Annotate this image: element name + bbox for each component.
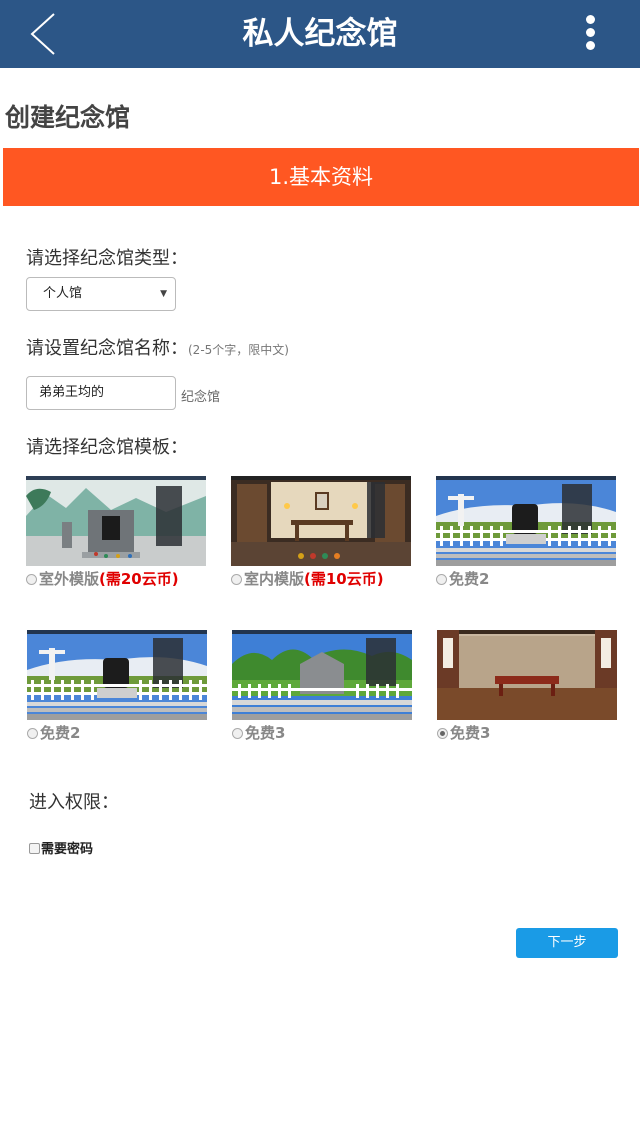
back-button[interactable] <box>24 10 68 58</box>
type-select-value: 个人馆 <box>43 286 83 301</box>
type-label: 请选择纪念馆类型： <box>26 248 188 269</box>
template-radio[interactable] <box>232 728 243 739</box>
template-caption: 室外模版(需20云币) <box>26 568 210 590</box>
template-radio[interactable] <box>26 574 37 585</box>
step-banner: 1.基本资料 <box>3 148 639 206</box>
template-name: 免费2 <box>449 570 490 588</box>
chevron-down-icon: ▼ <box>160 289 167 299</box>
template-caption: 免费2 <box>436 568 620 590</box>
name-suffix: 纪念馆 <box>181 390 221 405</box>
template-name: 免费2 <box>40 724 81 742</box>
template-option[interactable]: 免费2 <box>436 476 620 590</box>
template-thumbnail[interactable] <box>231 476 411 566</box>
app-title: 私人纪念馆 <box>242 16 398 52</box>
template-option[interactable]: 免费3 <box>232 630 416 744</box>
template-radio[interactable] <box>27 728 38 739</box>
template-option[interactable]: 免费2 <box>27 630 211 744</box>
template-radio[interactable] <box>436 574 447 585</box>
type-select[interactable]: 个人馆 ▼ <box>26 277 176 311</box>
template-name: 室外模版 <box>39 570 100 588</box>
template-price: (需20云币) <box>99 570 179 588</box>
name-hint: (2-5个字，限中文) <box>188 343 289 357</box>
template-name: 免费3 <box>450 724 491 742</box>
template-option[interactable]: 室内模版(需10云币) <box>231 476 415 590</box>
template-thumbnail[interactable] <box>27 630 207 720</box>
more-vertical-icon <box>576 15 604 50</box>
memorial-name-input[interactable]: 弟弟王均的 <box>26 376 176 410</box>
template-option[interactable]: 免费3 <box>437 630 621 744</box>
password-option[interactable]: 需要密码 <box>29 838 93 857</box>
access-label: 进入权限： <box>29 792 119 813</box>
password-checkbox[interactable] <box>29 843 40 854</box>
password-label: 需要密码 <box>41 842 94 857</box>
template-thumbnail[interactable] <box>232 630 412 720</box>
template-thumbnail[interactable] <box>436 476 616 566</box>
top-app-bar: 私人纪念馆 <box>0 0 640 68</box>
chevron-left-icon <box>30 13 55 55</box>
template-price: (需10云币) <box>304 570 384 588</box>
template-caption: 室内模版(需10云币) <box>231 568 415 590</box>
next-step-button[interactable]: 下一步 <box>516 928 618 958</box>
template-thumbnail[interactable] <box>437 630 617 720</box>
template-radio[interactable] <box>231 574 242 585</box>
template-radio-selected[interactable] <box>437 728 448 739</box>
template-option[interactable]: 室外模版(需20云币) <box>26 476 210 590</box>
template-caption: 免费3 <box>437 722 621 744</box>
more-menu-button[interactable] <box>576 12 604 56</box>
name-label-text: 请设置纪念馆名称： <box>26 338 188 359</box>
template-thumbnail[interactable] <box>26 476 206 566</box>
template-caption: 免费2 <box>27 722 211 744</box>
page-heading: 创建纪念馆 <box>5 103 131 132</box>
template-name: 免费3 <box>245 724 286 742</box>
template-label: 请选择纪念馆模板： <box>26 437 188 458</box>
name-label: 请设置纪念馆名称：(2-5个字，限中文) <box>26 334 289 360</box>
template-caption: 免费3 <box>232 722 416 744</box>
template-name: 室内模版 <box>244 570 305 588</box>
